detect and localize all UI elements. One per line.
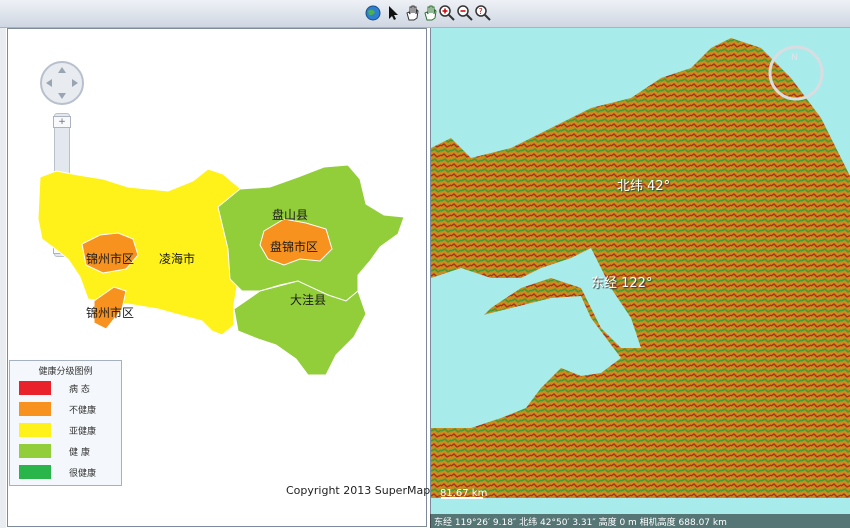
legend-item: 不健康	[19, 402, 119, 418]
left-edge-strip	[0, 28, 6, 528]
copyright-text: Copyright 2013 SuperMap	[286, 484, 431, 497]
legend-item: 很健康	[19, 465, 119, 481]
globe-3d-pane[interactable]: N 北纬 42° 东经 122°	[430, 28, 850, 528]
legend-item: 健 康	[19, 444, 119, 460]
coordinate-readout: 东经 119°26′ 9.18″ 北纬 42°50′ 3.31″ 高度 0 m …	[434, 518, 727, 528]
legend-swatch-very-healthy	[19, 465, 51, 479]
health-legend: 健康分级图例 病 态 不健康 亚健康 健 康 很健康	[9, 360, 122, 486]
zoom-in-icon[interactable]	[438, 4, 456, 22]
legend-label: 很健康	[69, 469, 97, 479]
zoom-out-icon[interactable]	[456, 4, 474, 22]
help-zoom-icon[interactable]: ?	[474, 4, 492, 22]
legend-label: 亚健康	[69, 427, 97, 437]
legend-label: 健 康	[69, 448, 90, 458]
globe-icon[interactable]	[364, 4, 382, 22]
latitude-label: 北纬 42°	[617, 179, 671, 194]
coordinate-statusbar: 东经 119°26′ 9.18″ 北纬 42°50′ 3.31″ 高度 0 m …	[430, 514, 850, 528]
region-label-panjin-urban: 盘锦市区	[270, 240, 319, 254]
legend-title: 健康分级图例	[38, 367, 93, 377]
region-label-jinzhou-north: 锦州市区	[86, 252, 135, 266]
arrow-pointer-icon[interactable]	[384, 4, 402, 22]
legend-label: 病 态	[69, 385, 90, 395]
svg-text:?: ?	[479, 7, 483, 16]
legend-label: 不健康	[69, 406, 97, 416]
land-mass	[431, 38, 850, 498]
legend-swatch-unhealthy	[19, 402, 51, 416]
map-toolbar: ?	[0, 0, 850, 28]
legend-item: 亚健康	[19, 423, 119, 439]
legend-swatch-subhealthy	[19, 423, 51, 437]
hand-tool-icon[interactable]	[421, 4, 439, 22]
region-label-jinzhou-south: 锦州市区	[86, 306, 135, 320]
thematic-map-pane[interactable]: + − 锦州市区 凌海市 锦州市区 盘山县 盘锦市区 大洼县 健康分级图例 病 …	[7, 28, 427, 527]
region-label-panshan: 盘山县	[272, 208, 309, 222]
legend-item: 病 态	[19, 381, 119, 397]
scale-label: 81.67 km	[440, 488, 488, 499]
region-label-linghai: 凌海市	[159, 252, 196, 266]
longitude-label: 东经 122°	[591, 276, 653, 291]
pan-hand-icon[interactable]	[403, 4, 421, 22]
legend-swatch-sick	[19, 381, 51, 395]
region-linghai	[37, 168, 249, 336]
legend-swatch-healthy	[19, 444, 51, 458]
region-label-dawa: 大洼县	[290, 293, 327, 307]
compass-north-icon: N	[791, 53, 798, 63]
